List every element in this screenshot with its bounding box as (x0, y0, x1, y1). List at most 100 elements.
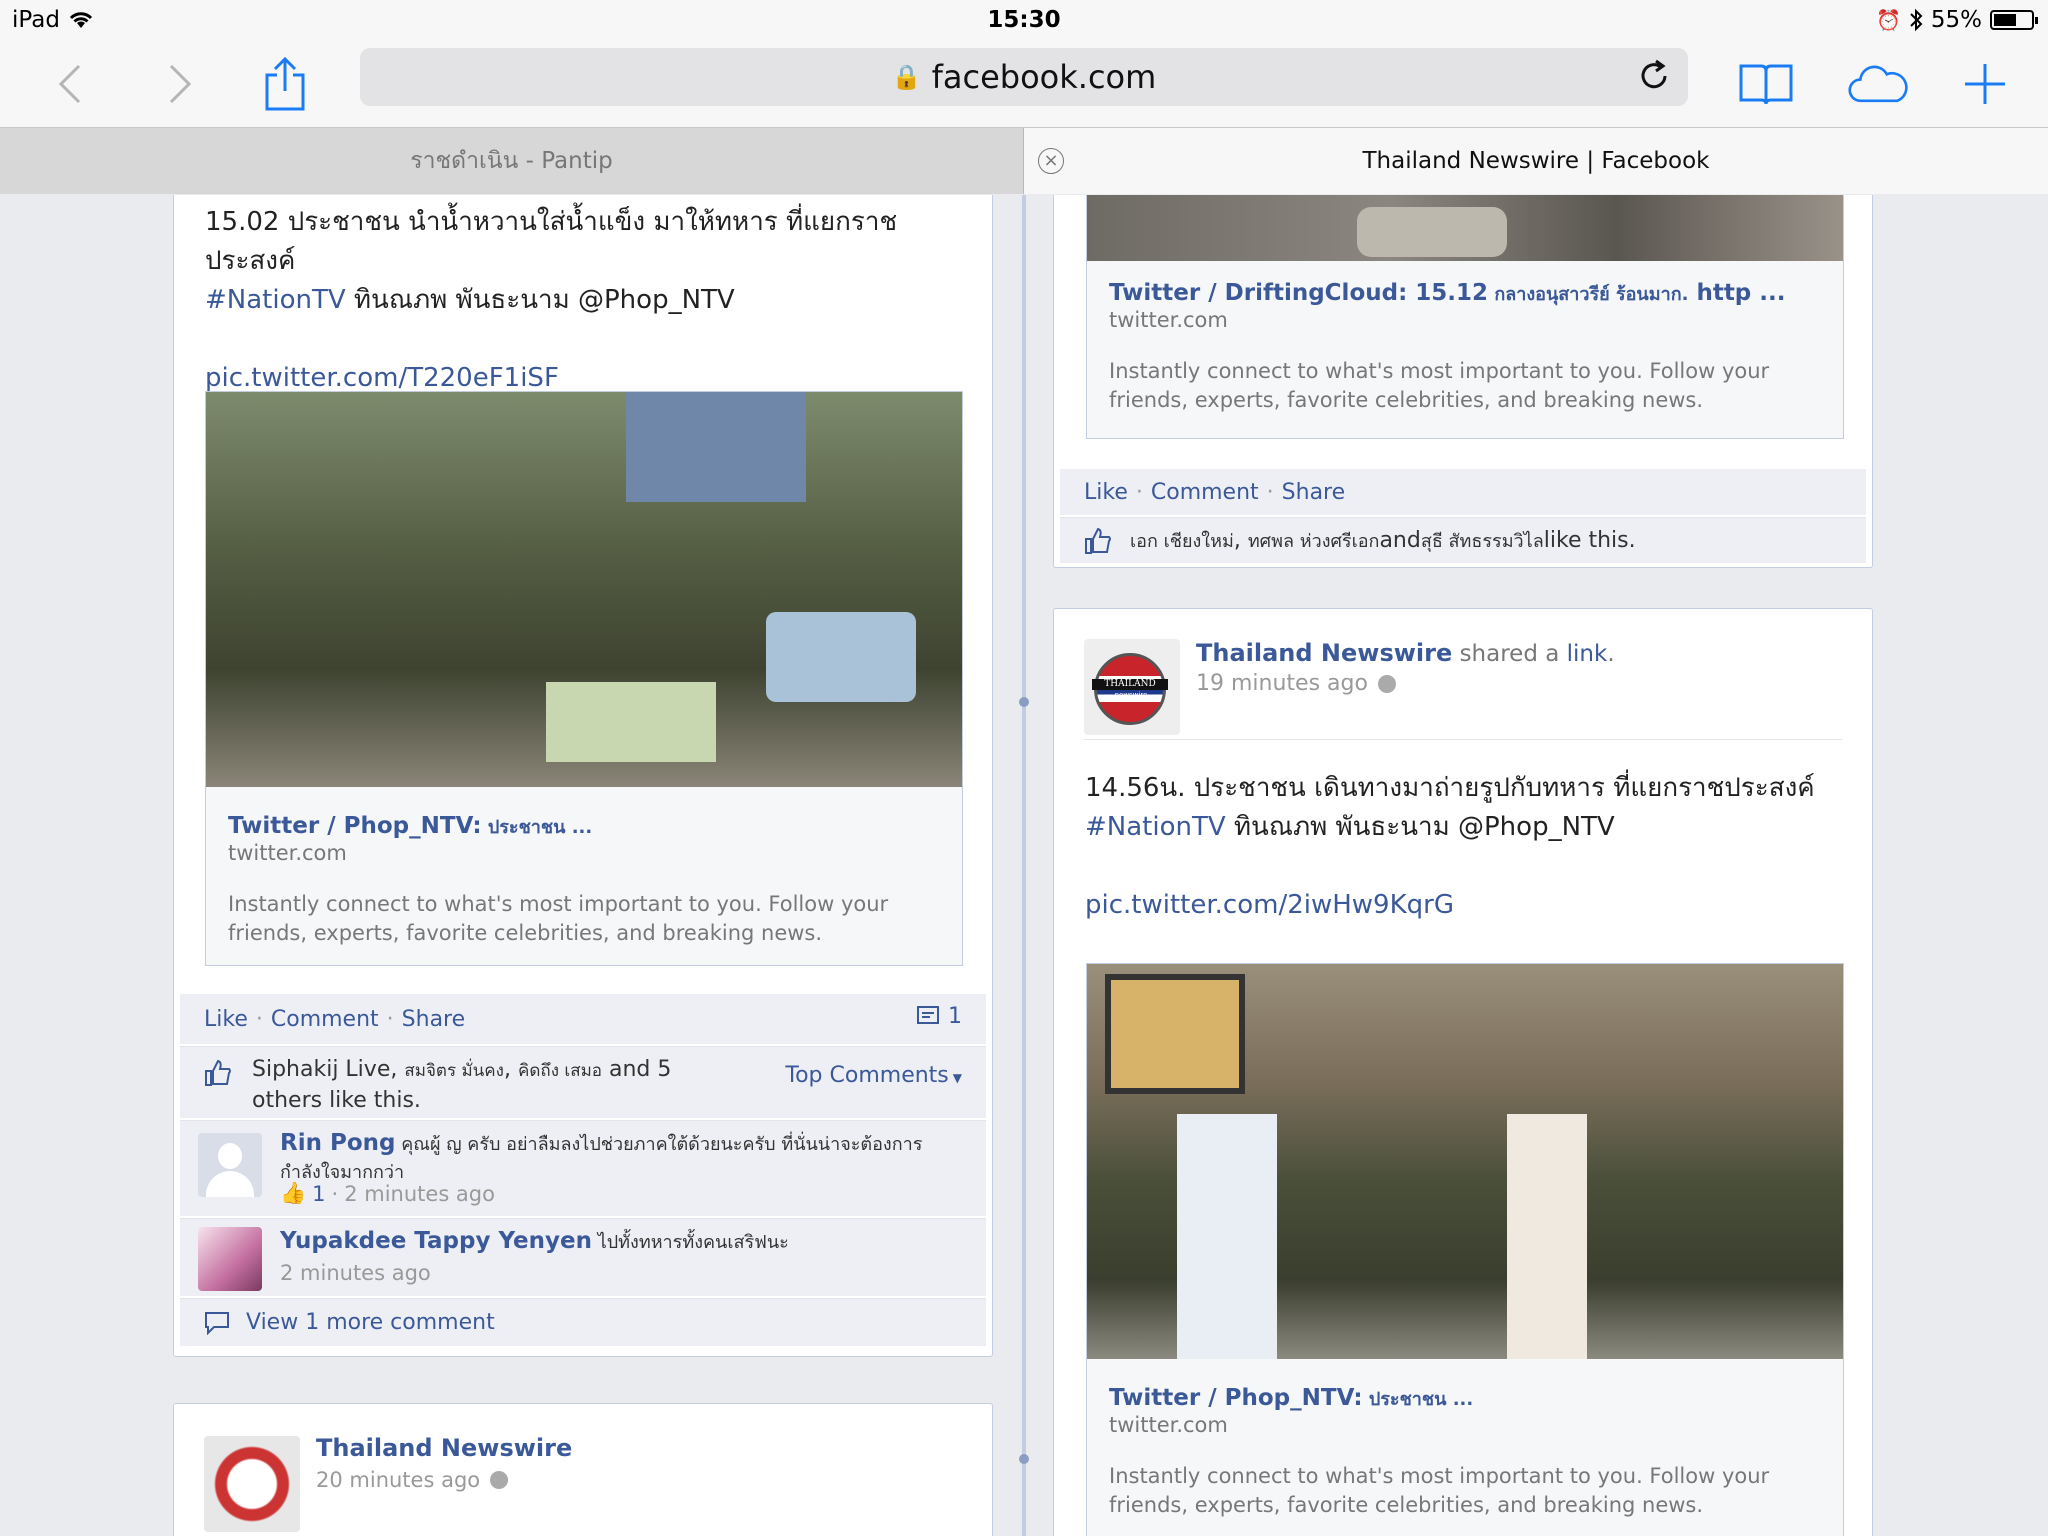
cloud-icon (1848, 65, 1908, 103)
timeline-spine (1022, 195, 1026, 1536)
attachment-photo[interactable] (1087, 195, 1843, 261)
link-attachment[interactable]: Twitter / Phop_NTV: ประชาชน ... twitter.… (205, 391, 963, 966)
top-comments-dropdown[interactable]: Top Comments ▼ (785, 1063, 962, 1088)
attachment-photo[interactable] (1087, 964, 1843, 1359)
address-bar[interactable]: 🔒 facebook.com (360, 48, 1688, 106)
chevron-right-icon (169, 64, 192, 104)
tab-pantip[interactable]: ราชดำเนิน - Pantip (0, 128, 1024, 194)
url-text: facebook.com (931, 58, 1157, 96)
attachment-title-th[interactable]: ประชาชน ... (482, 817, 592, 838)
attachment-title-th[interactable]: กลางอนุสาวรีย์ ร้อนมาก. (1488, 284, 1688, 305)
like-link[interactable]: Like (204, 1007, 248, 1032)
tab-label: ราชดำเนิน - Pantip (410, 148, 613, 174)
attachment-description: Instantly connect to what's most importa… (228, 892, 889, 945)
view-more-label: View 1 more comment (246, 1310, 495, 1335)
close-tab-icon[interactable]: × (1038, 148, 1064, 174)
bluetooth-icon (1910, 8, 1923, 32)
hashtag-link[interactable]: #NationTV (205, 285, 346, 315)
likes-tail: like this. (1543, 528, 1636, 553)
bookmarks-button[interactable] (1736, 54, 1796, 114)
commenter-name[interactable]: Rin Pong (280, 1130, 395, 1156)
pic-link[interactable]: pic.twitter.com/T220eF1iSF (205, 363, 559, 393)
comment-link[interactable]: Comment (1151, 480, 1259, 505)
liker-name[interactable]: ทศพล ห่วงศรีเอก (1248, 526, 1380, 555)
attachment-photo[interactable] (206, 392, 962, 787)
liker-name[interactable]: สุธี สัทธรรมวิไล (1421, 526, 1544, 555)
forward-button[interactable] (150, 54, 210, 114)
pic-link[interactable]: pic.twitter.com/2iwHw9KqrG (1085, 890, 1454, 920)
share-button[interactable] (255, 54, 315, 114)
liker-name[interactable]: สมจิตร มั่นคง (404, 1061, 504, 1081)
likes-row: เอก เชียงใหม่, ทศพล ห่วงศรีเอก and สุธี … (1060, 517, 1866, 563)
attachment-title-end[interactable]: http ... (1688, 280, 1785, 306)
globe-icon (490, 1471, 509, 1489)
reload-icon[interactable] (1636, 58, 1672, 94)
avatar-logo-text: THAILAND (1092, 679, 1168, 690)
post-text-line2: ทินณภพ พันธะนาม @Phop_NTV (1225, 812, 1615, 842)
attachment-title[interactable]: Twitter / Phop_NTV: (228, 813, 482, 839)
tab-facebook[interactable]: × Thailand Newswire | Facebook (1024, 128, 2048, 194)
comment-link[interactable]: Comment (271, 1007, 379, 1032)
shared-link-word[interactable]: link (1567, 641, 1608, 667)
others-link[interactable]: others (252, 1088, 322, 1113)
browser-toolbar: 🔒 facebook.com (0, 40, 2048, 128)
globe-icon (1377, 674, 1396, 693)
comment-count-icon (917, 1005, 939, 1024)
comment-like-count[interactable]: 1 (312, 1182, 325, 1206)
comment-text: ไปทั้งทหารทั้งคนเสริฟนะ (591, 1232, 789, 1253)
post-time[interactable]: 20 minutes ago (316, 1468, 480, 1492)
page-avatar[interactable]: THAILAND newswire (1084, 639, 1180, 735)
avatar-logo-subtext: newswire (1114, 691, 1148, 699)
page-avatar[interactable] (204, 1436, 300, 1532)
back-button[interactable] (40, 54, 100, 114)
left-post-card: 15.02 ประชาชน นำน้ำหวานใส่น้ำแข็ง มาให้ท… (173, 195, 993, 1357)
battery-icon (1990, 10, 2038, 30)
timeline-dot (1019, 697, 1029, 707)
like-link[interactable]: Like (1084, 480, 1128, 505)
post-actions: Like · Comment · Share (1060, 469, 1866, 515)
clock: 15:30 (987, 7, 1061, 33)
battery-percent: 55% (1930, 7, 1982, 33)
link-attachment[interactable]: Twitter / DriftingCloud: 15.12 กลางอนุสา… (1086, 195, 1844, 439)
post-time[interactable]: 19 minutes ago (1196, 671, 1368, 696)
thumbs-up-icon (205, 1059, 231, 1086)
page-name-link[interactable]: Thailand Newswire (1196, 639, 1452, 667)
top-comments-label: Top Comments (785, 1063, 949, 1088)
likes-and: and (1379, 528, 1421, 553)
tab-bar: ราชดำเนิน - Pantip × Thailand Newswire |… (0, 128, 2048, 194)
post-text-line1: 14.56น. ประชาชน เดินทางมาถ่ายรูปกับทหาร … (1085, 773, 1815, 803)
thumbs-up-icon (1085, 527, 1111, 554)
timeline-dot (1019, 1454, 1029, 1464)
attachment-domain: twitter.com (228, 841, 347, 865)
commenter-avatar[interactable] (198, 1133, 262, 1197)
attachment-title-th[interactable]: ประชาชน ... (1363, 1389, 1473, 1410)
new-tab-button[interactable] (1955, 54, 2015, 114)
page-name-link[interactable]: Thailand Newswire (316, 1434, 572, 1462)
attachment-title[interactable]: Twitter / DriftingCloud: 15.12 (1109, 280, 1488, 306)
status-bar: iPad 15:30 ⏰ 55% (0, 0, 2048, 40)
liker-name[interactable]: เอก เชียงใหม่ (1130, 526, 1234, 555)
lock-icon: 🔒 (891, 63, 922, 91)
others-count-link[interactable]: 5 (657, 1057, 671, 1082)
icloud-tabs-button[interactable] (1848, 54, 1908, 114)
liker-name[interactable]: คิดถึง เสมอ (518, 1061, 602, 1081)
commenter-name[interactable]: Yupakdee Tappy Yenyen (280, 1228, 592, 1254)
share-link[interactable]: Share (1282, 480, 1346, 505)
shared-text: shared a (1452, 641, 1567, 667)
right-post-card: THAILAND newswire Thailand Newswire shar… (1053, 608, 1873, 1536)
book-icon (1739, 64, 1793, 105)
attachment-title[interactable]: Twitter / Phop_NTV: (1109, 1385, 1363, 1411)
divider (1084, 739, 1842, 740)
post-text-line2: ทินณภพ พันธะนาม @Phop_NTV (345, 285, 735, 315)
share-link[interactable]: Share (402, 1007, 466, 1032)
chevron-left-icon (58, 64, 81, 104)
commenter-avatar[interactable] (198, 1227, 262, 1291)
view-more-comments[interactable]: View 1 more comment (180, 1298, 986, 1346)
speech-bubble-icon (205, 1311, 229, 1335)
tab-label: Thailand Newswire | Facebook (1362, 148, 1710, 174)
post-text-line1: 15.02 ประชาชน นำน้ำหวานใส่น้ำแข็ง มาให้ท… (205, 207, 898, 276)
link-attachment[interactable]: Twitter / Phop_NTV: ประชาชน ... twitter.… (1086, 963, 1844, 1536)
liker-name[interactable]: Siphakij Live (252, 1057, 390, 1082)
comment-count[interactable]: 1 (948, 1004, 962, 1029)
hashtag-link[interactable]: #NationTV (1085, 812, 1226, 842)
